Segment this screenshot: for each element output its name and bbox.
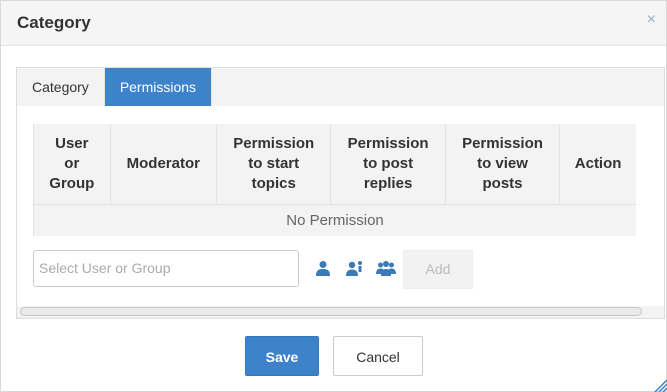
add-button[interactable]: Add	[403, 250, 473, 289]
permissions-tab-content: User or Group Moderator Permission to st…	[17, 106, 664, 306]
horizontal-scrollbar[interactable]	[20, 307, 642, 316]
column-header-moderator: Moderator	[110, 124, 218, 205]
column-header-user-or-group: User or Group	[33, 124, 111, 205]
close-icon[interactable]: ×	[647, 11, 656, 29]
user-group-select[interactable]: Select User or Group	[33, 250, 299, 287]
tab-bar: Category Permissions	[17, 68, 213, 106]
resize-grip-icon[interactable]	[651, 376, 667, 392]
user-icon[interactable]	[315, 260, 335, 276]
dialog-title: Category	[17, 13, 91, 32]
add-permission-row: Select User or Group Add	[33, 250, 653, 290]
tab-category[interactable]: Category	[17, 68, 105, 106]
empty-table-message: No Permission	[33, 204, 636, 236]
dialog-header: Category ×	[1, 1, 666, 46]
column-header-view-posts: Permission to view posts	[445, 124, 561, 205]
tab-permissions[interactable]: Permissions	[104, 68, 213, 106]
cancel-button[interactable]: Cancel	[333, 336, 423, 376]
column-header-start-topics: Permission to start topics	[216, 124, 332, 205]
permissions-table: User or Group Moderator Permission to st…	[33, 124, 636, 236]
column-header-post-replies: Permission to post replies	[330, 124, 446, 205]
users-group-icon[interactable]	[376, 260, 396, 276]
column-header-action: Action	[559, 124, 636, 205]
user-admin-icon[interactable]	[345, 260, 365, 276]
save-button[interactable]: Save	[245, 336, 319, 376]
